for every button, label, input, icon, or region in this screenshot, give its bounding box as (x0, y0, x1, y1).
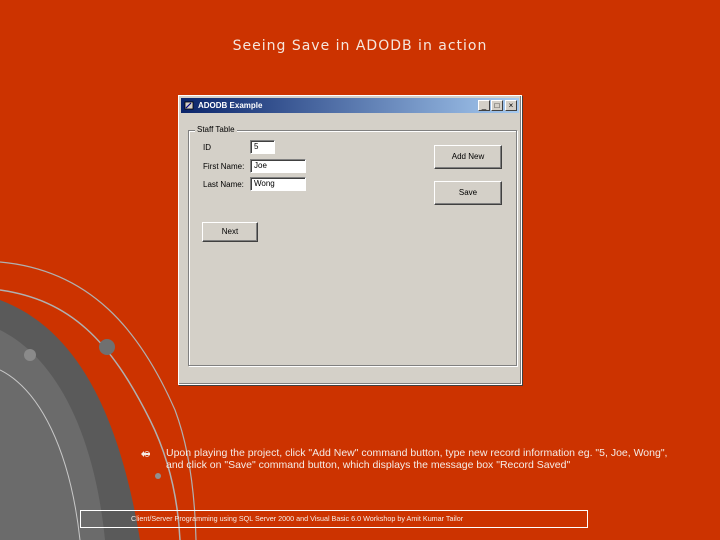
first-name-label: First Name: (203, 162, 245, 171)
adodb-example-window: ADODB Example _ □ × Staff Table ID 5 Fir… (178, 95, 522, 385)
window-title-bar[interactable]: ADODB Example _ □ × (181, 98, 519, 113)
last-name-label: Last Name: (203, 180, 244, 189)
id-label: ID (203, 143, 211, 152)
footer-box: Client/Server Programming using SQL Serv… (80, 510, 588, 528)
add-new-button[interactable]: Add New (434, 145, 502, 169)
slide-title: Seeing Save in ADODB in action (232, 38, 488, 54)
save-button[interactable]: Save (434, 181, 502, 205)
minimize-button[interactable]: _ (478, 100, 490, 111)
bullet-icon (141, 451, 150, 457)
first-name-field[interactable]: Joe (250, 159, 306, 173)
window-app-icon (184, 101, 194, 110)
maximize-button[interactable]: □ (491, 100, 503, 111)
next-button[interactable]: Next (202, 222, 258, 242)
last-name-field[interactable]: Wong (250, 177, 306, 191)
footer-text: Client/Server Programming using SQL Serv… (131, 514, 464, 523)
id-field[interactable]: 5 (250, 140, 275, 154)
body-text: Upon playing the project, click "Add New… (166, 447, 668, 471)
window-title: ADODB Example (198, 101, 263, 110)
close-button[interactable]: × (505, 100, 517, 111)
group-label: Staff Table (195, 125, 237, 135)
staff-table-group: Staff Table ID 5 First Name: Joe Last Na… (188, 125, 517, 366)
